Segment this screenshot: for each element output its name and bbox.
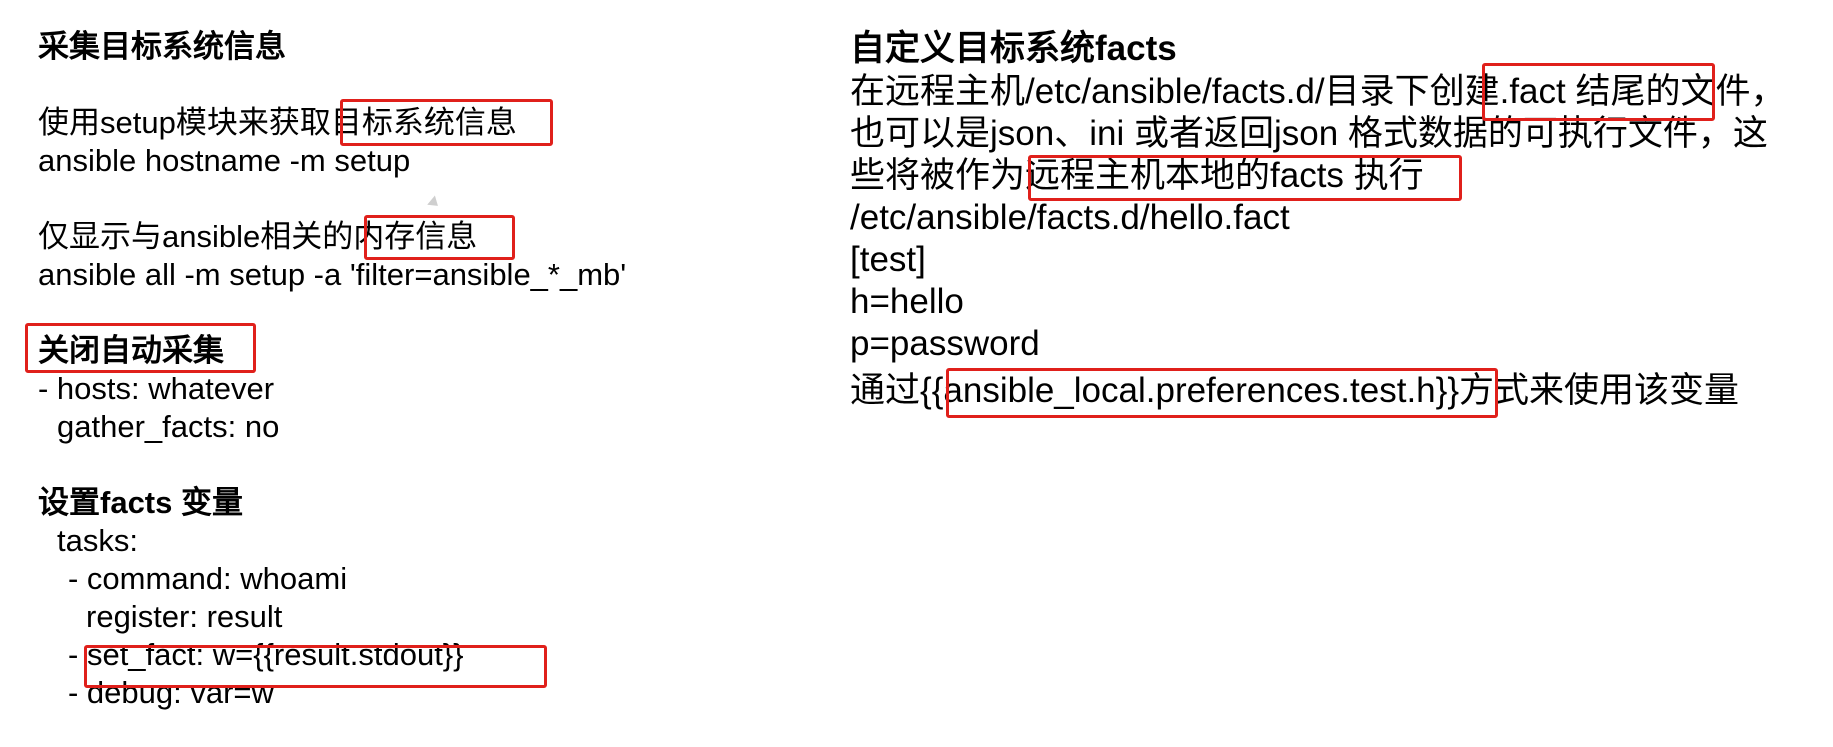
highlight-box-create-fact (1482, 63, 1715, 121)
mouse-cursor-icon (427, 195, 442, 211)
p-value-line: p=password (850, 324, 1040, 363)
highlight-box-local-facts (1028, 155, 1462, 201)
fact-file-path: /etc/ansible/facts.d/hello.fact (850, 198, 1290, 237)
set-fact-dash: - (68, 637, 79, 672)
set-facts-heading: 设置facts 变量 (38, 485, 243, 520)
highlight-box-disable-gather (25, 323, 256, 373)
custom-facts-heading: 自定义目标系统facts (850, 29, 1177, 68)
ini-section-line: [test] (850, 240, 926, 279)
usage-prefix: 通过{{ (850, 371, 944, 410)
setup-description-prefix: 使用setup模块来获取 (38, 105, 331, 140)
gather-heading: 采集目标系统信息 (38, 29, 286, 64)
highlight-box-set-fact (84, 645, 547, 688)
setup-command: ansible hostname -m setup (38, 143, 411, 178)
gather-facts-line: gather_facts: no (57, 409, 280, 444)
local-facts-prefix: 些将被作为 (850, 156, 1026, 195)
register-line: register: result (86, 599, 283, 634)
command-line: - command: whoami (68, 561, 348, 596)
highlight-box-ansible-local (946, 368, 1498, 418)
memory-command: ansible all -m setup -a 'filter=ansible_… (38, 257, 627, 292)
tasks-line: tasks: (57, 523, 138, 558)
memory-description-prefix: 仅显示与ansible相关的 (38, 219, 354, 254)
h-value-line: h=hello (850, 282, 964, 321)
hosts-line: - hosts: whatever (38, 371, 275, 406)
facts-dir-prefix: 在远程主机/etc/ansible/facts.d/目录下 (850, 72, 1430, 111)
highlight-box-target-info (340, 99, 553, 146)
highlight-box-memory-info (364, 215, 515, 260)
